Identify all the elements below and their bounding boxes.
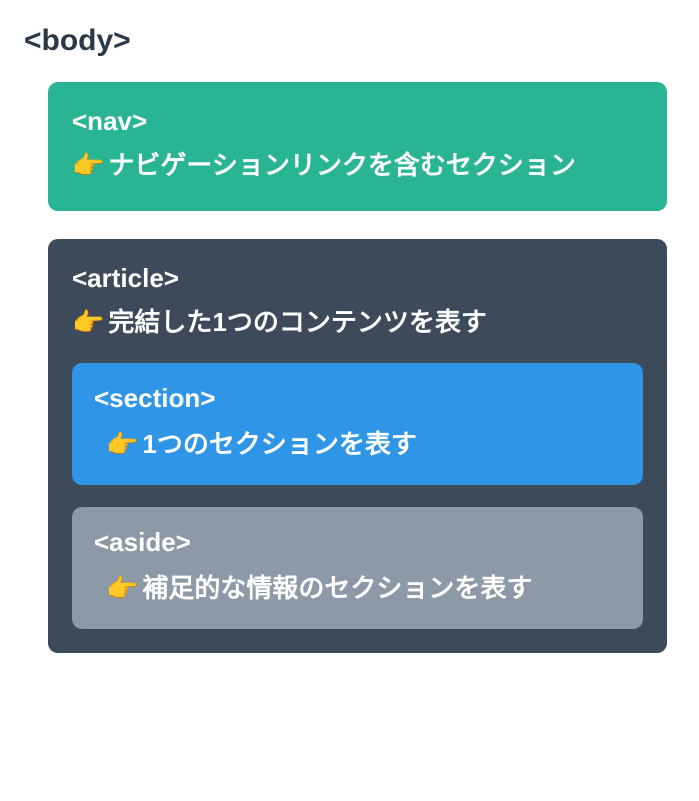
- aside-description-text: 補足的な情報のセクションを表す: [142, 573, 532, 603]
- section-element-box: <section> 👉1つのセクションを表す: [72, 363, 643, 485]
- pointing-right-icon: 👉: [106, 573, 138, 603]
- diagram-container: <nav> 👉ナビゲーションリンクを含むセクション <article> 👉完結し…: [24, 82, 675, 653]
- nav-tag-title: <nav>: [72, 106, 643, 137]
- nav-description-text: ナビゲーションリンクを含むセクション: [108, 150, 575, 180]
- article-element-box: <article> 👉完結した1つのコンテンツを表す <section> 👉1つ…: [48, 239, 667, 652]
- pointing-right-icon: 👉: [106, 429, 138, 459]
- article-description-text: 完結した1つのコンテンツを表す: [108, 307, 486, 337]
- aside-element-box: <aside> 👉補足的な情報のセクションを表す: [72, 507, 643, 629]
- section-tag-title: <section>: [94, 383, 621, 414]
- article-description: 👉完結した1つのコンテンツを表す: [72, 304, 643, 340]
- aside-description: 👉補足的な情報のセクションを表す: [94, 568, 621, 605]
- section-description: 👉1つのセクションを表す: [94, 424, 621, 461]
- nav-element-box: <nav> 👉ナビゲーションリンクを含むセクション: [48, 82, 667, 211]
- article-tag-title: <article>: [72, 263, 643, 294]
- section-description-text: 1つのセクションを表す: [142, 429, 416, 459]
- nav-description: 👉ナビゲーションリンクを含むセクション: [72, 147, 643, 183]
- pointing-right-icon: 👉: [72, 307, 104, 337]
- pointing-right-icon: 👉: [72, 150, 104, 180]
- body-tag-label: <body>: [24, 24, 675, 58]
- aside-tag-title: <aside>: [94, 527, 621, 558]
